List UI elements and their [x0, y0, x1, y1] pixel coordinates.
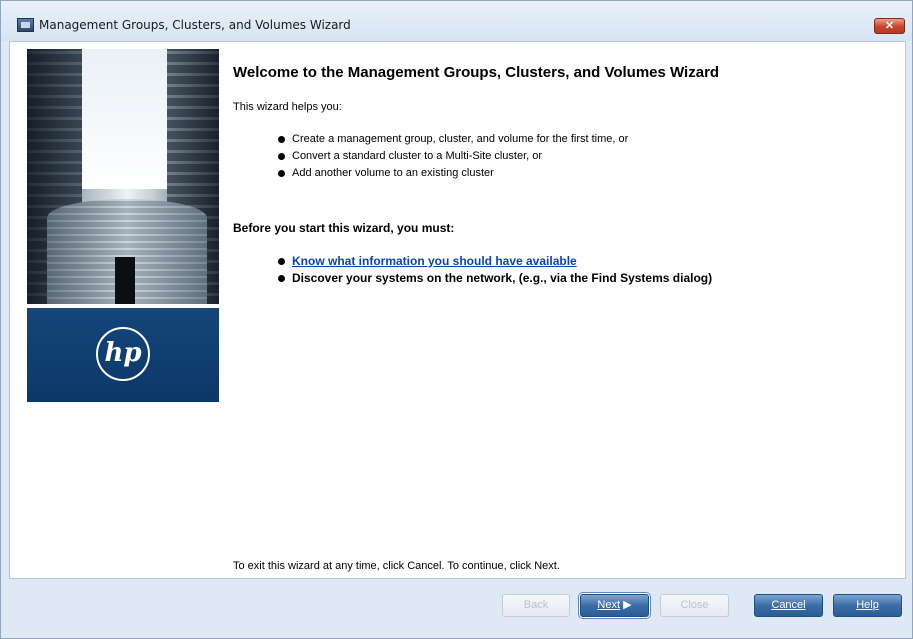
- close-window-button[interactable]: ✕: [874, 18, 905, 34]
- help-label: Help: [856, 599, 879, 611]
- hp-logo: hp: [96, 327, 150, 381]
- window-title: Management Groups, Clusters, and Volumes…: [39, 18, 351, 32]
- list-item: Know what information you should have av…: [278, 253, 712, 270]
- page-title: Welcome to the Management Groups, Cluste…: [233, 64, 720, 81]
- sky: [75, 49, 175, 189]
- hp-logo-panel: hp: [27, 308, 219, 402]
- exit-instructions: To exit this wizard at any time, click C…: [233, 560, 560, 572]
- cancel-button[interactable]: Cancel: [754, 594, 823, 617]
- list-item: Discover your systems on the network, (e…: [278, 270, 712, 287]
- close-label: Close: [680, 599, 709, 611]
- next-label: Next: [597, 599, 621, 611]
- building-door: [115, 257, 135, 304]
- before-heading: Before you start this wizard, you must:: [233, 221, 455, 235]
- title-bar[interactable]: Management Groups, Clusters, and Volumes…: [1, 1, 912, 41]
- cancel-label: Cancel: [771, 599, 806, 611]
- building-image: [27, 49, 219, 304]
- before-list: Know what information you should have av…: [278, 253, 712, 287]
- help-button[interactable]: Help: [833, 594, 902, 617]
- info-link[interactable]: Know what information you should have av…: [292, 254, 577, 268]
- intro-text: This wizard helps you:: [233, 101, 342, 113]
- helps-list: Create a management group, cluster, and …: [278, 131, 628, 182]
- wizard-window: Management Groups, Clusters, and Volumes…: [0, 0, 913, 639]
- back-label: Back: [523, 599, 549, 611]
- list-item: Create a management group, cluster, and …: [278, 131, 628, 148]
- app-icon: [17, 18, 34, 32]
- list-item: Add another volume to an existing cluste…: [278, 165, 628, 182]
- back-button[interactable]: Back: [502, 594, 570, 617]
- wizard-content: hp Welcome to the Management Groups, Clu…: [9, 41, 906, 579]
- list-item: Convert a standard cluster to a Multi-Si…: [278, 148, 628, 165]
- close-button[interactable]: Close: [660, 594, 729, 617]
- next-button[interactable]: Next ▶: [580, 594, 649, 617]
